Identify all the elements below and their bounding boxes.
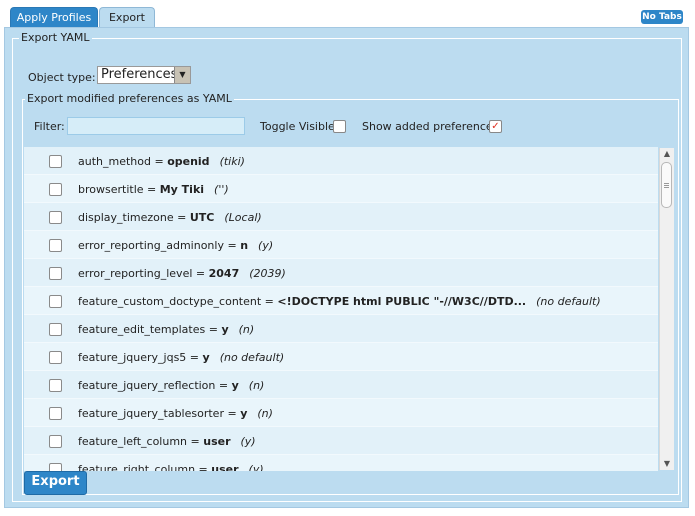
modified-preferences-fieldset: Export modified preferences as YAML Filt… bbox=[22, 92, 679, 495]
list-item: feature_jquery_jqs5 = y (no default) bbox=[24, 343, 658, 371]
preferences-list: auth_method = openid (tiki) browsertitle … bbox=[24, 147, 658, 471]
tab-apply-profiles[interactable]: Apply Profiles bbox=[10, 7, 98, 28]
scroll-up-arrow-icon[interactable]: ▲ bbox=[660, 148, 674, 160]
list-scrollbar[interactable]: ▲ ▼ bbox=[659, 148, 674, 470]
export-button[interactable]: Export bbox=[24, 471, 87, 495]
list-item: error_reporting_adminonly = n (y) bbox=[24, 231, 658, 259]
object-type-select[interactable]: Preferences ▼ bbox=[97, 66, 191, 84]
toggle-visible-label: Toggle Visible bbox=[260, 120, 335, 133]
row-checkbox[interactable] bbox=[49, 407, 62, 420]
list-item: browsertitle = My Tiki ('') bbox=[24, 175, 658, 203]
preference-text: feature_left_column = user (y) bbox=[78, 435, 256, 448]
row-checkbox[interactable] bbox=[49, 351, 62, 364]
list-item: feature_jquery_tablesorter = y (n) bbox=[24, 399, 658, 427]
no-tabs-button[interactable]: No Tabs bbox=[641, 10, 683, 24]
dropdown-arrow-icon[interactable]: ▼ bbox=[174, 67, 190, 83]
list-item: feature_edit_templates = y (n) bbox=[24, 315, 658, 343]
row-checkbox[interactable] bbox=[49, 379, 62, 392]
row-checkbox[interactable] bbox=[49, 183, 62, 196]
scroll-down-arrow-icon[interactable]: ▼ bbox=[660, 458, 674, 470]
preference-text: feature_jquery_reflection = y (n) bbox=[78, 379, 265, 392]
row-checkbox[interactable] bbox=[49, 435, 62, 448]
show-added-preferences-checkbox[interactable]: ✓ bbox=[489, 120, 502, 133]
row-checkbox[interactable] bbox=[49, 323, 62, 336]
filter-input[interactable] bbox=[67, 117, 245, 135]
preference-text: display_timezone = UTC (Local) bbox=[78, 211, 262, 224]
export-panel: Export YAML Object type: Preferences ▼ E… bbox=[4, 27, 689, 508]
preference-text: feature_right_column = user (y) bbox=[78, 463, 264, 471]
preference-text: feature_edit_templates = y (n) bbox=[78, 323, 255, 336]
row-checkbox[interactable] bbox=[49, 463, 62, 471]
row-checkbox[interactable] bbox=[49, 211, 62, 224]
filter-label: Filter: bbox=[34, 120, 65, 133]
list-item: feature_jquery_reflection = y (n) bbox=[24, 371, 658, 399]
list-item: feature_custom_doctype_content = <!DOCTY… bbox=[24, 287, 658, 315]
toggle-visible-checkbox[interactable] bbox=[333, 120, 346, 133]
list-item: feature_left_column = user (y) bbox=[24, 427, 658, 455]
preference-text: error_reporting_level = 2047 (2039) bbox=[78, 267, 286, 280]
modified-preferences-legend: Export modified preferences as YAML bbox=[25, 92, 234, 105]
row-checkbox[interactable] bbox=[49, 155, 62, 168]
preference-text: feature_custom_doctype_content = <!DOCTY… bbox=[78, 295, 601, 308]
scrollbar-thumb[interactable] bbox=[661, 162, 672, 208]
preference-text: auth_method = openid (tiki) bbox=[78, 155, 245, 168]
row-checkbox[interactable] bbox=[49, 239, 62, 252]
row-checkbox[interactable] bbox=[49, 267, 62, 280]
object-type-value: Preferences bbox=[101, 67, 178, 82]
list-item: feature_right_column = user (y) bbox=[24, 455, 658, 471]
list-item: display_timezone = UTC (Local) bbox=[24, 203, 658, 231]
preference-text: error_reporting_adminonly = n (y) bbox=[78, 239, 274, 252]
object-type-label: Object type: bbox=[28, 71, 96, 84]
list-item: error_reporting_level = 2047 (2039) bbox=[24, 259, 658, 287]
preference-text: feature_jquery_jqs5 = y (no default) bbox=[78, 351, 285, 364]
list-item: auth_method = openid (tiki) bbox=[24, 147, 658, 175]
export-yaml-fieldset: Export YAML Object type: Preferences ▼ E… bbox=[12, 31, 682, 502]
tab-export[interactable]: Export bbox=[99, 7, 155, 28]
show-added-preferences-label: Show added preferences bbox=[362, 120, 499, 133]
preference-text: browsertitle = My Tiki ('') bbox=[78, 183, 229, 196]
export-yaml-legend: Export YAML bbox=[19, 31, 92, 44]
preference-text: feature_jquery_tablesorter = y (n) bbox=[78, 407, 273, 420]
row-checkbox[interactable] bbox=[49, 295, 62, 308]
